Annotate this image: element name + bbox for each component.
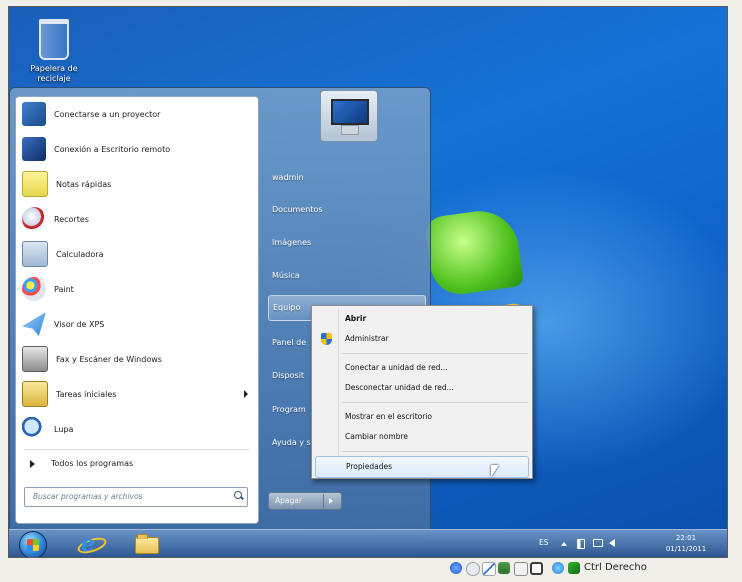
clock-date: 01/11/2011: [665, 545, 707, 553]
volume-icon[interactable]: [609, 539, 615, 547]
snipping-tool-icon: [22, 207, 46, 231]
start-button[interactable]: [19, 531, 47, 557]
uac-shield-icon: [321, 333, 332, 345]
system-tray: ES 22:01 01/11/2011: [539, 530, 727, 557]
program-item-notas-rapidas[interactable]: Notas rápidas: [22, 169, 254, 199]
network-icon[interactable]: [593, 539, 603, 547]
program-label: Notas rápidas: [56, 179, 112, 189]
context-menu-separator: [342, 402, 528, 403]
program-label: Recortes: [54, 214, 89, 224]
search-icon[interactable]: [234, 491, 244, 500]
shared-folder-icon[interactable]: [514, 562, 528, 576]
context-item-administrar[interactable]: Administrar: [315, 329, 527, 349]
program-label: Visor de XPS: [54, 319, 105, 329]
places-item-user[interactable]: wadmin: [268, 166, 424, 190]
internet-explorer-icon: e: [81, 531, 95, 557]
start-menu-programs-pane: Conectarse a un proyector Conexión a Esc…: [15, 96, 259, 524]
folder-icon: [135, 534, 159, 554]
magnifier-icon: [22, 417, 46, 441]
program-item-paint[interactable]: Paint: [22, 274, 254, 304]
program-item-calculadora[interactable]: Calculadora: [22, 239, 254, 269]
shutdown-divider: [323, 494, 324, 508]
taskbar: e ES 22:01 01/11/2011: [9, 529, 727, 557]
context-item-label: Desconectar unidad de red...: [345, 383, 454, 392]
programs-divider: [24, 449, 250, 450]
calculator-icon: [22, 241, 48, 267]
optical-drive-icon[interactable]: [466, 562, 480, 576]
places-item-musica[interactable]: Música: [268, 264, 424, 288]
mouse-cursor-icon: [491, 465, 499, 477]
projector-icon: [22, 102, 46, 126]
all-programs-button[interactable]: Todos los programas: [30, 459, 133, 468]
expand-arrow-icon: [30, 459, 35, 468]
fax-scanner-icon: [22, 346, 48, 372]
context-item-mostrar-escritorio[interactable]: Mostrar en el escritorio: [315, 407, 527, 427]
vm-status-bar: Ctrl Derecho: [450, 558, 740, 580]
user-picture-icon[interactable]: [320, 90, 378, 142]
taskbar-internet-explorer[interactable]: e: [75, 531, 109, 557]
recycle-bin-icon: [39, 19, 69, 60]
places-item-documentos[interactable]: Documentos: [268, 198, 424, 222]
guest-additions-icon[interactable]: [552, 562, 564, 574]
context-item-label: Conectar a unidad de red...: [345, 363, 448, 372]
program-item-tareas-iniciales[interactable]: Tareas iniciales: [22, 379, 254, 409]
context-item-conectar-unidad[interactable]: Conectar a unidad de red...: [315, 358, 527, 378]
context-item-desconectar-unidad[interactable]: Desconectar unidad de red...: [315, 378, 527, 398]
taskbar-explorer[interactable]: [131, 533, 161, 555]
context-item-cambiar-nombre[interactable]: Cambiar nombre: [315, 427, 527, 447]
context-item-label: Mostrar en el escritorio: [345, 412, 432, 421]
recycle-bin-shortcut[interactable]: Papelera de reciclaje: [23, 13, 85, 84]
shutdown-options-arrow-icon[interactable]: [329, 498, 333, 504]
program-item-escritorio-remoto[interactable]: Conexión a Escritorio remoto: [22, 134, 254, 164]
action-center-flag-icon[interactable]: [577, 539, 585, 549]
paint-icon: [22, 277, 46, 301]
mouse-integration-icon[interactable]: [568, 562, 580, 574]
program-label: Tareas iniciales: [56, 389, 117, 399]
computer-context-menu: Abrir Administrar Conectar a unidad de r…: [311, 305, 533, 479]
search-placeholder: Buscar programas y archivos: [33, 492, 143, 501]
program-item-proyector[interactable]: Conectarse a un proyector: [22, 99, 254, 129]
context-item-label: Cambiar nombre: [345, 432, 408, 441]
context-item-label: Propiedades: [346, 462, 392, 471]
context-item-label: Administrar: [345, 334, 389, 343]
program-item-recortes[interactable]: Recortes: [22, 204, 254, 234]
network-adapter-icon[interactable]: [498, 562, 510, 574]
submenu-arrow-icon: [244, 390, 248, 398]
program-label: Conexión a Escritorio remoto: [54, 144, 171, 154]
shutdown-button[interactable]: Apagar: [268, 492, 342, 510]
recycle-bin-label: Papelera de reciclaje: [30, 64, 78, 83]
all-programs-label: Todos los programas: [51, 459, 134, 468]
windows-logo-icon: [27, 539, 39, 551]
remote-desktop-icon: [22, 137, 46, 161]
program-item-fax-escaner[interactable]: Fax y Escáner de Windows: [22, 344, 254, 374]
xps-viewer-icon: [22, 312, 46, 336]
display-icon[interactable]: [530, 562, 543, 575]
program-label: Calculadora: [56, 249, 104, 259]
hard-disk-icon[interactable]: [450, 562, 462, 574]
context-item-label: Abrir: [345, 314, 367, 323]
program-label: Fax y Escáner de Windows: [56, 354, 162, 364]
program-label: Conectarse a un proyector: [54, 109, 161, 119]
program-label: Lupa: [54, 424, 74, 434]
language-indicator[interactable]: ES: [539, 538, 549, 547]
host-key-label: Ctrl Derecho: [584, 562, 647, 573]
context-menu-separator: [342, 353, 528, 354]
context-item-abrir[interactable]: Abrir: [315, 309, 527, 329]
vm-screen: Papelera de reciclaje Conectarse a un pr…: [8, 6, 728, 558]
usb-icon[interactable]: [482, 562, 496, 576]
getting-started-icon: [22, 381, 48, 407]
show-hidden-icons-icon[interactable]: [561, 542, 567, 546]
program-item-visor-xps[interactable]: Visor de XPS: [22, 309, 254, 339]
search-input[interactable]: Buscar programas y archivos: [24, 487, 248, 507]
context-menu-separator: [342, 451, 528, 452]
places-item-imagenes[interactable]: Imágenes: [268, 231, 424, 255]
program-label: Paint: [54, 284, 74, 294]
program-item-lupa[interactable]: Lupa: [22, 414, 254, 444]
shutdown-label: Apagar: [275, 496, 302, 505]
clock[interactable]: 22:01 01/11/2011: [651, 533, 721, 555]
sticky-notes-icon: [22, 171, 48, 197]
clock-time: 22:01: [675, 534, 697, 542]
